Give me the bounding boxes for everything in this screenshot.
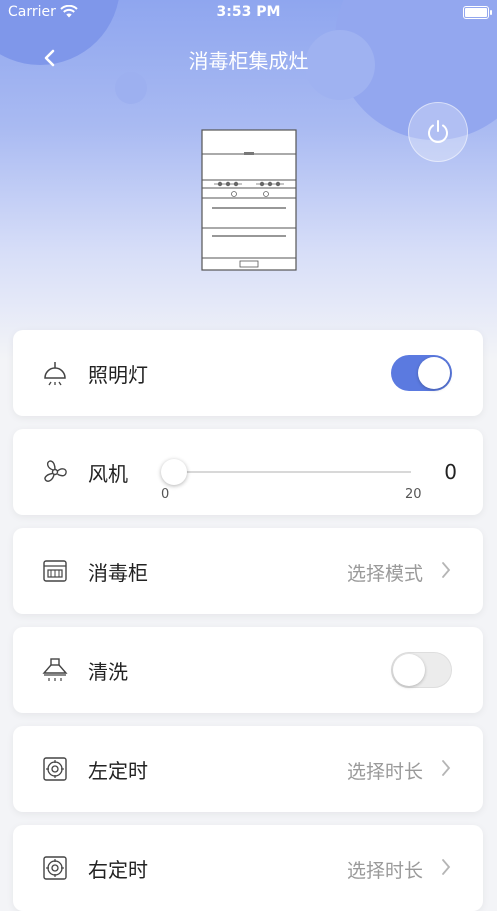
decor-bubble [115, 72, 147, 104]
light-toggle[interactable] [391, 355, 452, 391]
sterilizer-icon [43, 560, 67, 582]
fan-slider-handle[interactable] [161, 459, 187, 485]
select-mode-text: 选择模式 [346, 563, 423, 585]
fan-card: 风机 0 20 0 [13, 429, 483, 515]
select-duration-text: 选择时长 [346, 761, 423, 783]
burner-timer-icon [43, 856, 67, 880]
power-icon [428, 120, 448, 143]
fan-slider-min: 0 [161, 487, 170, 502]
clean-toggle[interactable] [391, 652, 452, 688]
sterilizer-card[interactable]: 消毒柜 选择模式 [13, 528, 483, 614]
clock: 3:53 PM [216, 4, 281, 20]
burner-timer-icon [43, 757, 67, 781]
battery-icon [463, 6, 492, 19]
appliance-image [200, 128, 298, 276]
sterilizer-label: 消毒柜 [88, 561, 148, 585]
status-bar: Carrier 3:53 PM [0, 0, 497, 26]
fan-icon [44, 460, 67, 482]
fan-label: 风机 [88, 462, 128, 486]
select-duration-text: 选择时长 [346, 860, 423, 882]
fan-slider-track[interactable] [175, 471, 411, 473]
ceiling-lamp-icon [44, 362, 66, 386]
light-label: 照明灯 [88, 363, 148, 387]
fan-slider-max: 20 [405, 487, 422, 502]
range-hood-icon [42, 658, 68, 681]
power-button[interactable] [408, 102, 468, 162]
chevron-right-icon [442, 562, 451, 578]
right-timer-label: 右定时 [88, 858, 148, 882]
right-timer-card[interactable]: 右定时 选择时长 [13, 825, 483, 911]
chevron-right-icon [442, 859, 451, 875]
chevron-right-icon [442, 760, 451, 776]
clean-card: 清洗 [13, 627, 483, 713]
page-title: 消毒柜集成灶 [188, 49, 309, 73]
left-timer-label: 左定时 [88, 759, 148, 783]
left-timer-card[interactable]: 左定时 选择时长 [13, 726, 483, 812]
clean-label: 清洗 [88, 660, 128, 684]
light-card: 照明灯 [13, 330, 483, 416]
fan-value: 0 [444, 460, 457, 484]
